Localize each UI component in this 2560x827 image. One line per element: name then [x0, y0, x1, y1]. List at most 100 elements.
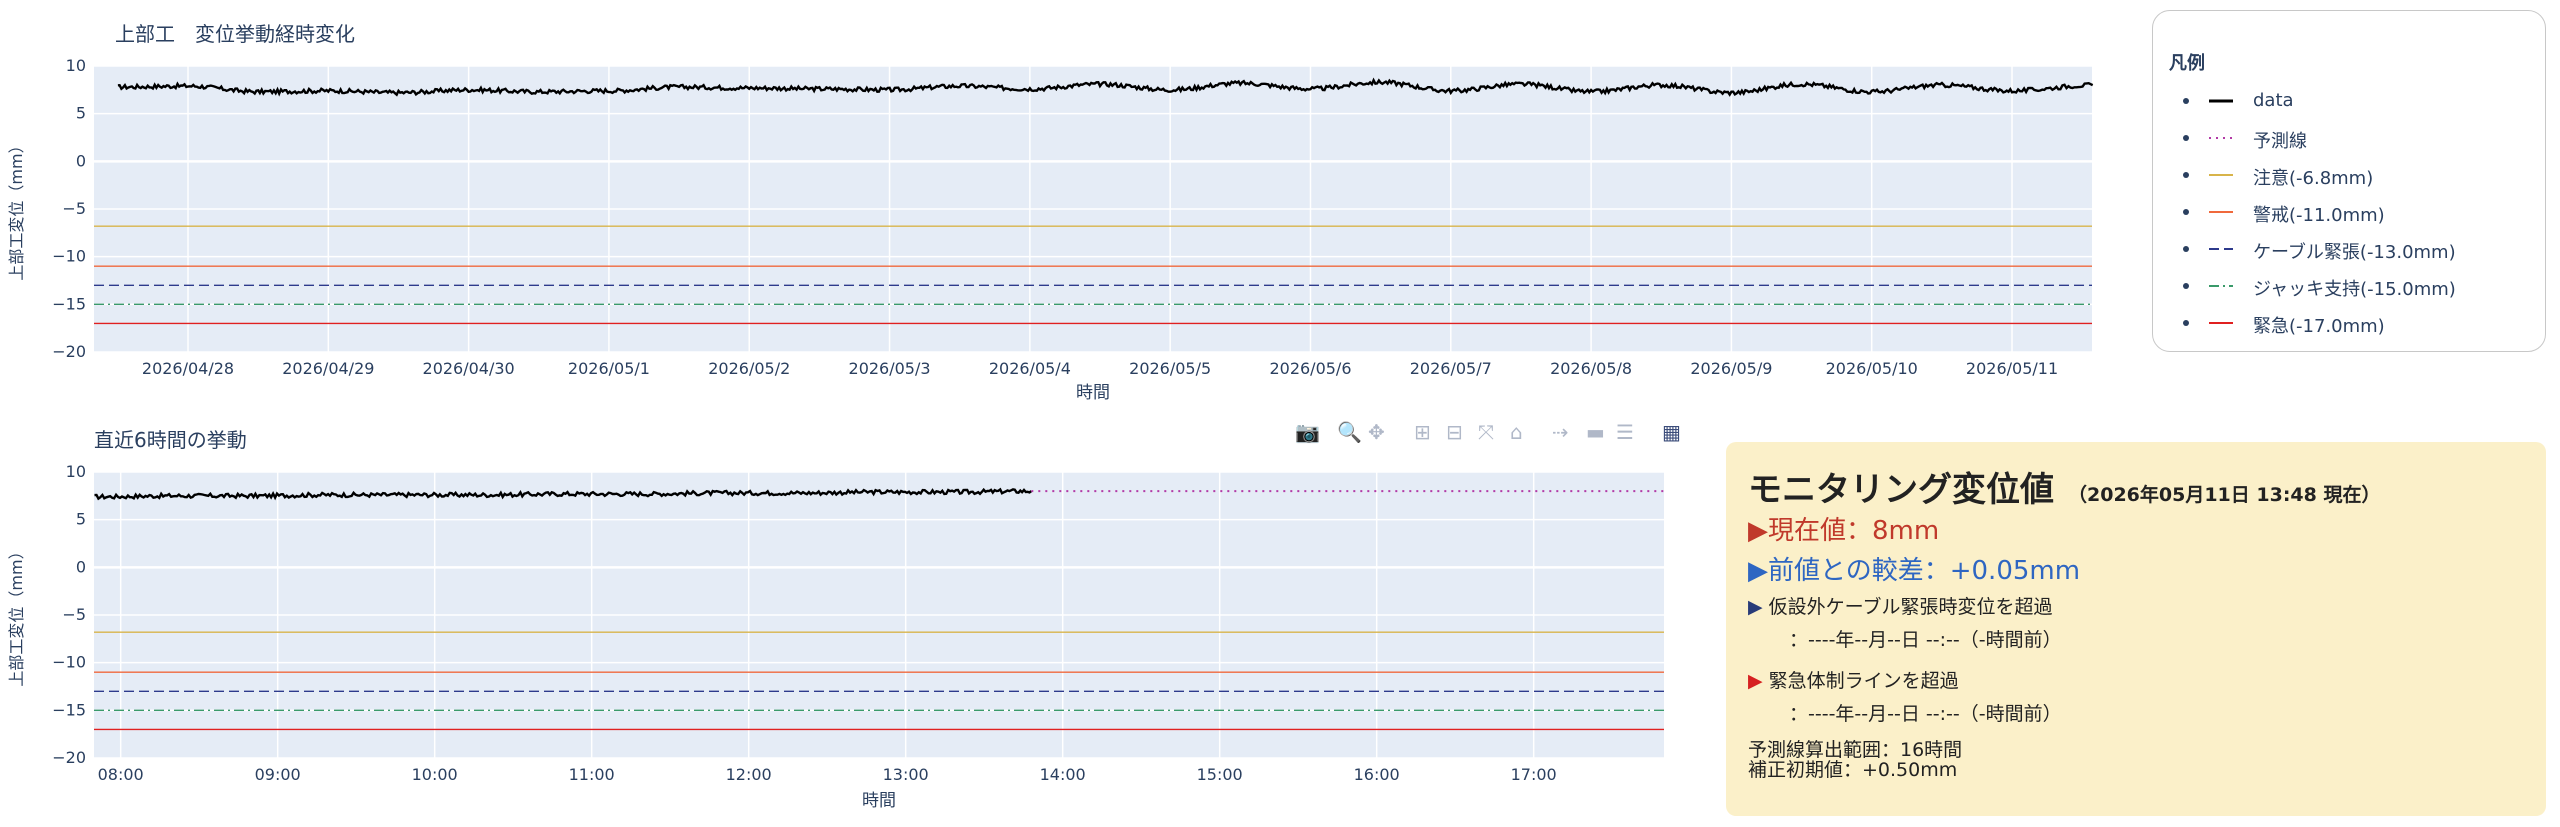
current-value: ▶現在値：8mm	[1748, 516, 1940, 546]
legend-label: 警戒(-11.0mm)	[2253, 205, 2385, 226]
y-axis-label: 上部工変位（mm）	[7, 137, 26, 280]
legend-item[interactable]: 予測線	[2153, 124, 2533, 154]
x-axis-label: 時間	[862, 791, 896, 811]
hover-closest-icon[interactable]: ▬	[1586, 420, 1605, 444]
exceed-cable-time: ：----年--月--日 --:--（-時間前）	[1770, 629, 2062, 651]
x-tick-label: 2026/05/7	[1410, 359, 1492, 378]
y-tick-label: −20	[52, 342, 86, 361]
zoom-out-icon[interactable]: ⊟	[1446, 420, 1463, 444]
y-tick-label: −20	[52, 748, 86, 767]
x-tick-label: 2026/05/4	[989, 359, 1071, 378]
legend-item[interactable]: 緊急(-17.0mm)	[2153, 309, 2533, 339]
bullet-icon	[2183, 246, 2189, 252]
exceed-emergency-label: 緊急体制ラインを超過	[1768, 670, 1959, 692]
x-tick-label: 14:00	[1040, 765, 1086, 784]
legend-swatch	[2209, 99, 2233, 103]
x-tick-label: 13:00	[883, 765, 929, 784]
bullet-icon	[2183, 98, 2189, 104]
legend: 凡例 data 予測線注意(-6.8mm) 警戒(-11.0mm) ケーブル緊張(-1…	[2152, 10, 2546, 352]
zoom-in-icon[interactable]: ⊞	[1414, 420, 1431, 444]
monitor-footer: 予測線算出範囲：16時間 補正初期値：+0.50mm	[1748, 740, 1962, 780]
difference-value: ▶前値との較差：+0.05mm	[1748, 556, 2081, 586]
monitoring-title-text: モニタリング変位値	[1748, 470, 2054, 510]
y-tick-label: 0	[76, 557, 86, 576]
x-tick-label: 2026/05/10	[1826, 359, 1918, 378]
red-triangle-icon: ▶	[1748, 670, 1763, 692]
x-tick-label: 2026/05/1	[568, 359, 650, 378]
legend-label: 予測線	[2253, 131, 2307, 152]
x-tick-label: 16:00	[1354, 765, 1400, 784]
legend-swatch	[2209, 248, 2233, 250]
x-tick-label: 2026/05/6	[1269, 359, 1351, 378]
y-tick-label: −5	[62, 605, 86, 624]
bullet-icon	[2183, 283, 2189, 289]
spike-lines-icon[interactable]: ⇢	[1552, 420, 1569, 444]
legend-label: ケーブル緊張(-13.0mm)	[2253, 242, 2456, 263]
hover-compare-icon[interactable]: ☰	[1616, 420, 1634, 444]
bottom-chart[interactable]: 08:00 09:00 10:00 11:00 12:00 13:00 14:00 15:00…	[0, 440, 1680, 827]
monitoring-timestamp: （2026年05月11日 13:48 現在）	[2068, 484, 2381, 506]
exceed-emergency-time: ：----年--月--日 --:--（-時間前）	[1770, 703, 2062, 725]
y-tick-label: −10	[52, 653, 86, 672]
legend-label: ジャッキ支持(-15.0mm)	[2253, 279, 2456, 300]
bullet-icon	[2183, 320, 2189, 326]
bullet-icon	[2183, 209, 2189, 215]
zoom-icon[interactable]: 🔍	[1337, 420, 1362, 444]
y-tick-label: −15	[52, 294, 86, 313]
y-tick-label: 10	[66, 462, 86, 481]
x-tick-label: 15:00	[1197, 765, 1243, 784]
x-tick-label: 2026/05/9	[1690, 359, 1772, 378]
legend-swatch	[2209, 322, 2233, 324]
x-tick-label: 2026/05/8	[1550, 359, 1632, 378]
x-tick-label: 2026/04/30	[423, 359, 515, 378]
y-tick-label: 5	[76, 104, 86, 123]
navy-triangle-icon: ▶	[1748, 596, 1763, 618]
x-tick-label: 08:00	[98, 765, 144, 784]
legend-item[interactable]: data	[2153, 87, 2533, 117]
top-chart[interactable]: 2026/04/28 2026/04/29 2026/04/30 2026/05/1 2…	[0, 0, 2110, 410]
x-axis-label: 時間	[1076, 383, 1110, 403]
x-tick-label: 2026/04/29	[282, 359, 374, 378]
x-tick-label: 2026/05/11	[1966, 359, 2058, 378]
legend-swatch	[2209, 211, 2233, 213]
x-tick-label: 2026/05/2	[708, 359, 790, 378]
bullet-icon	[2183, 172, 2189, 178]
y-tick-label: 10	[66, 56, 86, 75]
y-tick-label: 0	[76, 151, 86, 170]
x-tick-label: 09:00	[255, 765, 301, 784]
y-axis-label: 上部工変位（mm）	[7, 543, 26, 686]
legend-swatch	[2209, 137, 2233, 139]
legend-title: 凡例	[2169, 53, 2205, 74]
exceed-emergency-block: ▶ 緊急体制ラインを超過 ：----年--月--日 --:--（-時間前）	[1748, 666, 2062, 726]
prediction-range: 予測線算出範囲：16時間	[1748, 739, 1963, 761]
x-tick-label: 11:00	[569, 765, 615, 784]
y-tick-label: −5	[62, 199, 86, 218]
legend-item[interactable]: 警戒(-11.0mm)	[2153, 198, 2533, 228]
monitoring-panel: モニタリング変位値 （2026年05月11日 13:48 現在） ▶現在値：8mm…	[1726, 442, 2546, 816]
reset-axes-icon[interactable]: ⌂	[1510, 420, 1523, 444]
plotly-logo-icon[interactable]: ▦	[1662, 420, 1681, 444]
y-tick-label: −15	[52, 700, 86, 719]
camera-icon[interactable]: 📷	[1295, 420, 1320, 444]
legend-item[interactable]: 注意(-6.8mm)	[2153, 161, 2533, 191]
monitoring-title: モニタリング変位値 （2026年05月11日 13:48 現在）	[1748, 462, 2380, 511]
x-tick-label: 17:00	[1511, 765, 1557, 784]
exceed-cable-label: 仮設外ケーブル緊張時変位を超過	[1768, 596, 2053, 618]
exceed-cable-block: ▶ 仮設外ケーブル緊張時変位を超過 ：----年--月--日 --:--（-時間…	[1748, 592, 2062, 652]
legend-label: 緊急(-17.0mm)	[2253, 316, 2385, 337]
x-tick-label: 2026/05/5	[1129, 359, 1211, 378]
legend-item[interactable]: ケーブル緊張(-13.0mm)	[2153, 235, 2533, 265]
legend-swatch	[2209, 285, 2233, 287]
pan-icon[interactable]: ✥	[1368, 420, 1385, 444]
autoscale-icon[interactable]: ⤧	[1478, 420, 1494, 444]
x-tick-label: 2026/04/28	[142, 359, 234, 378]
x-tick-label: 12:00	[726, 765, 772, 784]
y-tick-label: 5	[76, 510, 86, 529]
legend-item[interactable]: ジャッキ支持(-15.0mm)	[2153, 272, 2533, 302]
x-tick-label: 10:00	[412, 765, 458, 784]
y-tick-label: −10	[52, 247, 86, 266]
bullet-icon	[2183, 135, 2189, 141]
legend-label: 注意(-6.8mm)	[2253, 168, 2374, 189]
legend-swatch	[2209, 174, 2233, 176]
modebar: 📷 🔍 ✥ ⊞ ⊟ ⤧ ⌂ ⇢ ▬ ☰ ▦	[1290, 420, 1690, 450]
